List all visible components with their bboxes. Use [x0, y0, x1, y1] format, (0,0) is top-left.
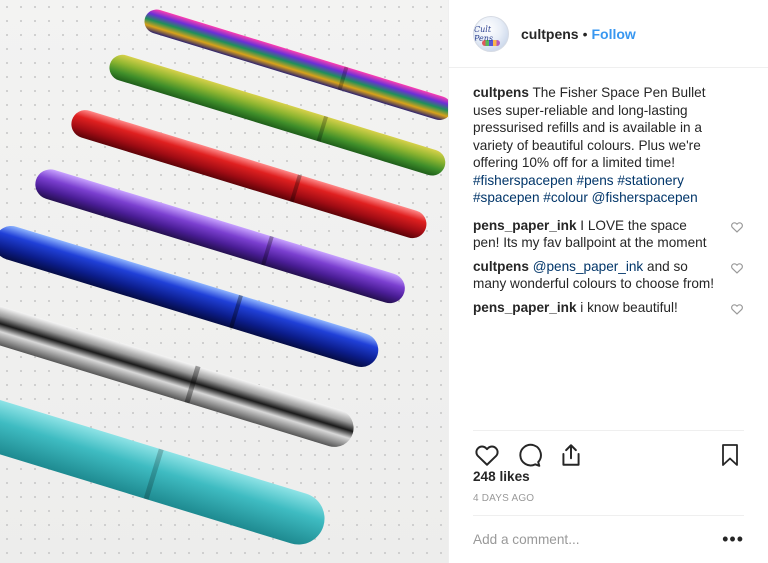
heart-icon[interactable]: [730, 261, 744, 275]
like-button[interactable]: [473, 441, 501, 469]
avatar[interactable]: Cult Pens: [473, 15, 509, 52]
pens-illustration: [0, 9, 448, 545]
caption: cultpens The Fisher Space Pen Bullet use…: [473, 84, 744, 207]
mention[interactable]: @pens_paper_ink: [533, 259, 644, 274]
comment: cultpens @pens_paper_ink and so many won…: [473, 258, 744, 293]
comment-input[interactable]: [473, 532, 723, 547]
more-options-button[interactable]: •••: [722, 529, 744, 550]
save-button[interactable]: [716, 441, 744, 469]
separator-dot: •: [582, 25, 588, 42]
mention[interactable]: @fisherspacepen: [592, 190, 698, 205]
hashtag[interactable]: #fisherspacepen: [473, 173, 573, 188]
hashtag[interactable]: #spacepen: [473, 190, 540, 205]
comment-username[interactable]: cultpens: [473, 259, 529, 274]
heart-icon: [475, 445, 499, 466]
action-bar: [473, 430, 744, 470]
share-icon: [562, 443, 580, 466]
hashtag[interactable]: #colour: [543, 190, 588, 205]
follow-button[interactable]: Follow: [591, 26, 635, 42]
add-comment-bar: •••: [473, 515, 744, 563]
comment-text: i know beautiful!: [580, 299, 678, 315]
avatar-dots: [482, 39, 500, 46]
heart-icon[interactable]: [730, 302, 744, 316]
post-sidebar: Cult Pens cultpens • Follow cultpens The…: [448, 0, 768, 563]
comment-button[interactable]: [515, 441, 543, 469]
hashtag[interactable]: #pens: [577, 173, 614, 188]
instagram-post: Cult Pens cultpens • Follow cultpens The…: [0, 0, 768, 563]
pen-rainbow: [144, 9, 448, 121]
header-username[interactable]: cultpens: [521, 26, 579, 42]
pen-purple: [35, 169, 405, 304]
comment-username[interactable]: pens_paper_ink: [473, 300, 577, 315]
likes-count[interactable]: 248 likes: [473, 469, 530, 484]
post-header: Cult Pens cultpens • Follow: [449, 0, 768, 68]
comment-username[interactable]: pens_paper_ink: [473, 218, 577, 233]
comments-section: cultpens The Fisher Space Pen Bullet use…: [449, 68, 768, 430]
post-timestamp[interactable]: 4 DAYS AGO: [473, 493, 534, 504]
caption-username[interactable]: cultpens: [473, 85, 529, 100]
heart-icon[interactable]: [730, 220, 744, 234]
comment: pens_paper_ink i know beautiful!: [473, 299, 744, 317]
comment-icon: [519, 443, 542, 467]
bookmark-icon: [722, 443, 738, 466]
share-button[interactable]: [557, 441, 585, 469]
comment: pens_paper_ink I LOVE the space pen! Its…: [473, 217, 744, 252]
hashtag[interactable]: #stationery: [617, 173, 684, 188]
post-photo[interactable]: [0, 0, 448, 563]
